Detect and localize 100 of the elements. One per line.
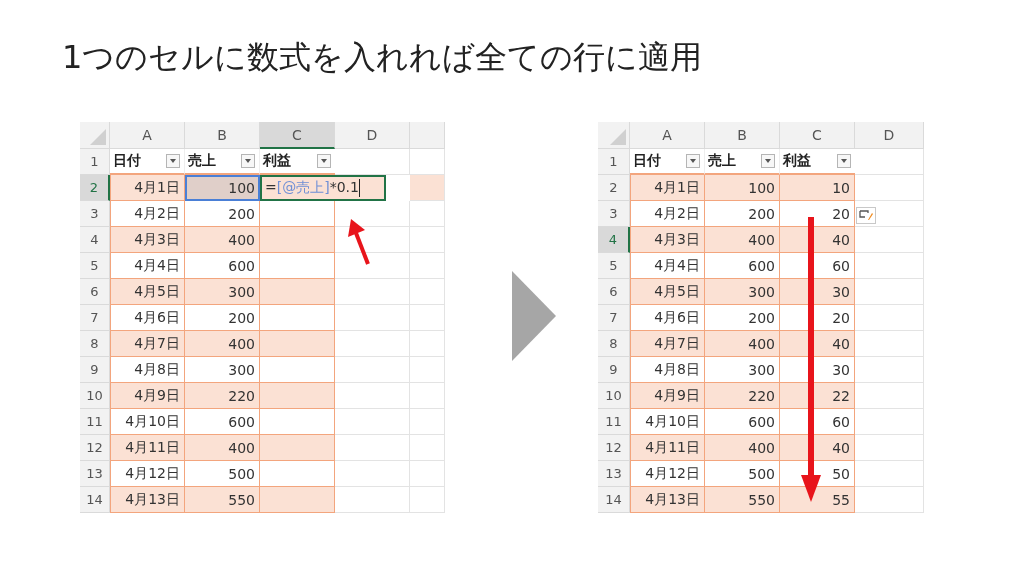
table-cell: 400 bbox=[185, 435, 260, 461]
header-label: 売上 bbox=[708, 152, 736, 170]
filter-dropdown-button[interactable] bbox=[317, 154, 331, 168]
column-header[interactable]: C bbox=[260, 122, 335, 149]
empty-cell bbox=[410, 253, 445, 279]
row-header[interactable]: 8 bbox=[80, 331, 110, 357]
row-header[interactable]: 2 bbox=[80, 175, 110, 201]
column-header[interactable]: B bbox=[705, 122, 780, 149]
row-header[interactable]: 6 bbox=[80, 279, 110, 305]
column-header[interactable]: D bbox=[855, 122, 924, 149]
column-header[interactable]: D bbox=[335, 122, 410, 149]
table-cell: 4月10日 bbox=[630, 409, 705, 435]
column-header[interactable]: C bbox=[780, 122, 855, 149]
table-cell: 4月12日 bbox=[630, 461, 705, 487]
header-label: 利益 bbox=[263, 152, 291, 170]
table-cell: 4月7日 bbox=[110, 331, 185, 357]
row-header[interactable]: 7 bbox=[598, 305, 630, 331]
row-header[interactable]: 11 bbox=[80, 409, 110, 435]
row-header[interactable]: 3 bbox=[80, 201, 110, 227]
table-cell: 4月2日 bbox=[110, 201, 185, 227]
empty-cell bbox=[410, 383, 445, 409]
table-cell: 600 bbox=[185, 253, 260, 279]
filter-dropdown-button[interactable] bbox=[761, 154, 775, 168]
row-header[interactable]: 8 bbox=[598, 331, 630, 357]
row-header[interactable]: 2 bbox=[598, 175, 630, 201]
autofill-options-button[interactable] bbox=[856, 207, 876, 224]
filter-dropdown-button[interactable] bbox=[166, 154, 180, 168]
empty-cell bbox=[410, 279, 445, 305]
empty-cell bbox=[410, 227, 445, 253]
row-header[interactable]: 5 bbox=[598, 253, 630, 279]
table-cell: 20 bbox=[780, 305, 855, 331]
filter-dropdown-button[interactable] bbox=[837, 154, 851, 168]
column-header[interactable]: A bbox=[630, 122, 705, 149]
table-cell: 4月11日 bbox=[630, 435, 705, 461]
table-cell: 60 bbox=[780, 253, 855, 279]
table-cell: 600 bbox=[185, 409, 260, 435]
header-label: 売上 bbox=[188, 152, 216, 170]
row-header[interactable]: 9 bbox=[598, 357, 630, 383]
filter-dropdown-button[interactable] bbox=[241, 154, 255, 168]
table-cell: 60 bbox=[780, 409, 855, 435]
referenced-cell[interactable]: 100 bbox=[185, 175, 260, 201]
table-cell: 30 bbox=[780, 357, 855, 383]
row-header[interactable]: 10 bbox=[80, 383, 110, 409]
table-cell: 500 bbox=[185, 461, 260, 487]
row-header[interactable]: 3 bbox=[598, 201, 630, 227]
row-header[interactable]: 4 bbox=[598, 227, 630, 253]
row-header[interactable]: 9 bbox=[80, 357, 110, 383]
row-header[interactable]: 13 bbox=[80, 461, 110, 487]
row-header[interactable]: 1 bbox=[80, 149, 110, 175]
row-header[interactable]: 14 bbox=[80, 487, 110, 513]
caret-icon bbox=[690, 159, 696, 163]
empty-cell bbox=[410, 357, 445, 383]
table-cell: 4月7日 bbox=[630, 331, 705, 357]
table-cell: 200 bbox=[185, 201, 260, 227]
empty-cell bbox=[410, 201, 445, 227]
formula-cell[interactable]: =[@売上]*0.1 bbox=[260, 175, 386, 201]
table-cell: 200 bbox=[705, 305, 780, 331]
table-cell: 4月9日 bbox=[630, 383, 705, 409]
table-cell: 40 bbox=[780, 227, 855, 253]
table-cell: 200 bbox=[185, 305, 260, 331]
arrow-icon bbox=[346, 219, 372, 265]
row-header[interactable]: 1 bbox=[598, 149, 630, 175]
table-cell: 200 bbox=[705, 201, 780, 227]
table-cell: 400 bbox=[705, 435, 780, 461]
table-cell: 4月13日 bbox=[630, 487, 705, 513]
table-cell: 220 bbox=[705, 383, 780, 409]
row-header[interactable]: 4 bbox=[80, 227, 110, 253]
table-cell: 600 bbox=[705, 409, 780, 435]
slide-title: 1つのセルに数式を入れれば全ての行に適用 bbox=[62, 37, 704, 78]
table-cell: 4月4日 bbox=[110, 253, 185, 279]
column-header[interactable]: B bbox=[185, 122, 260, 149]
table-cell: 600 bbox=[705, 253, 780, 279]
row-header[interactable]: 13 bbox=[598, 461, 630, 487]
empty-cell bbox=[410, 409, 445, 435]
row-header[interactable]: 12 bbox=[80, 435, 110, 461]
filter-dropdown-button[interactable] bbox=[686, 154, 700, 168]
row-header[interactable]: 10 bbox=[598, 383, 630, 409]
row-header[interactable]: 7 bbox=[80, 305, 110, 331]
row-header[interactable]: 5 bbox=[80, 253, 110, 279]
row-header[interactable]: 6 bbox=[598, 279, 630, 305]
column-header[interactable]: A bbox=[110, 122, 185, 149]
table-cell: 30 bbox=[780, 279, 855, 305]
header-label: 日付 bbox=[633, 152, 661, 170]
table-cell: 55 bbox=[780, 487, 855, 513]
table-cell: 4月6日 bbox=[110, 305, 185, 331]
table-cell: 4月12日 bbox=[110, 461, 185, 487]
row-header[interactable]: 11 bbox=[598, 409, 630, 435]
table-cell: 40 bbox=[780, 435, 855, 461]
row-header[interactable]: 12 bbox=[598, 435, 630, 461]
table-cell: 400 bbox=[705, 227, 780, 253]
empty-cell bbox=[410, 175, 445, 201]
caret-icon bbox=[321, 159, 327, 163]
table-cell: 300 bbox=[705, 357, 780, 383]
empty-cell bbox=[410, 305, 445, 331]
row-header[interactable]: 14 bbox=[598, 487, 630, 513]
empty-cell bbox=[410, 435, 445, 461]
corner-triangle-icon bbox=[90, 129, 106, 145]
table-cell: 4月3日 bbox=[110, 227, 185, 253]
table-cell: 20 bbox=[780, 201, 855, 227]
empty-cell bbox=[410, 487, 445, 513]
